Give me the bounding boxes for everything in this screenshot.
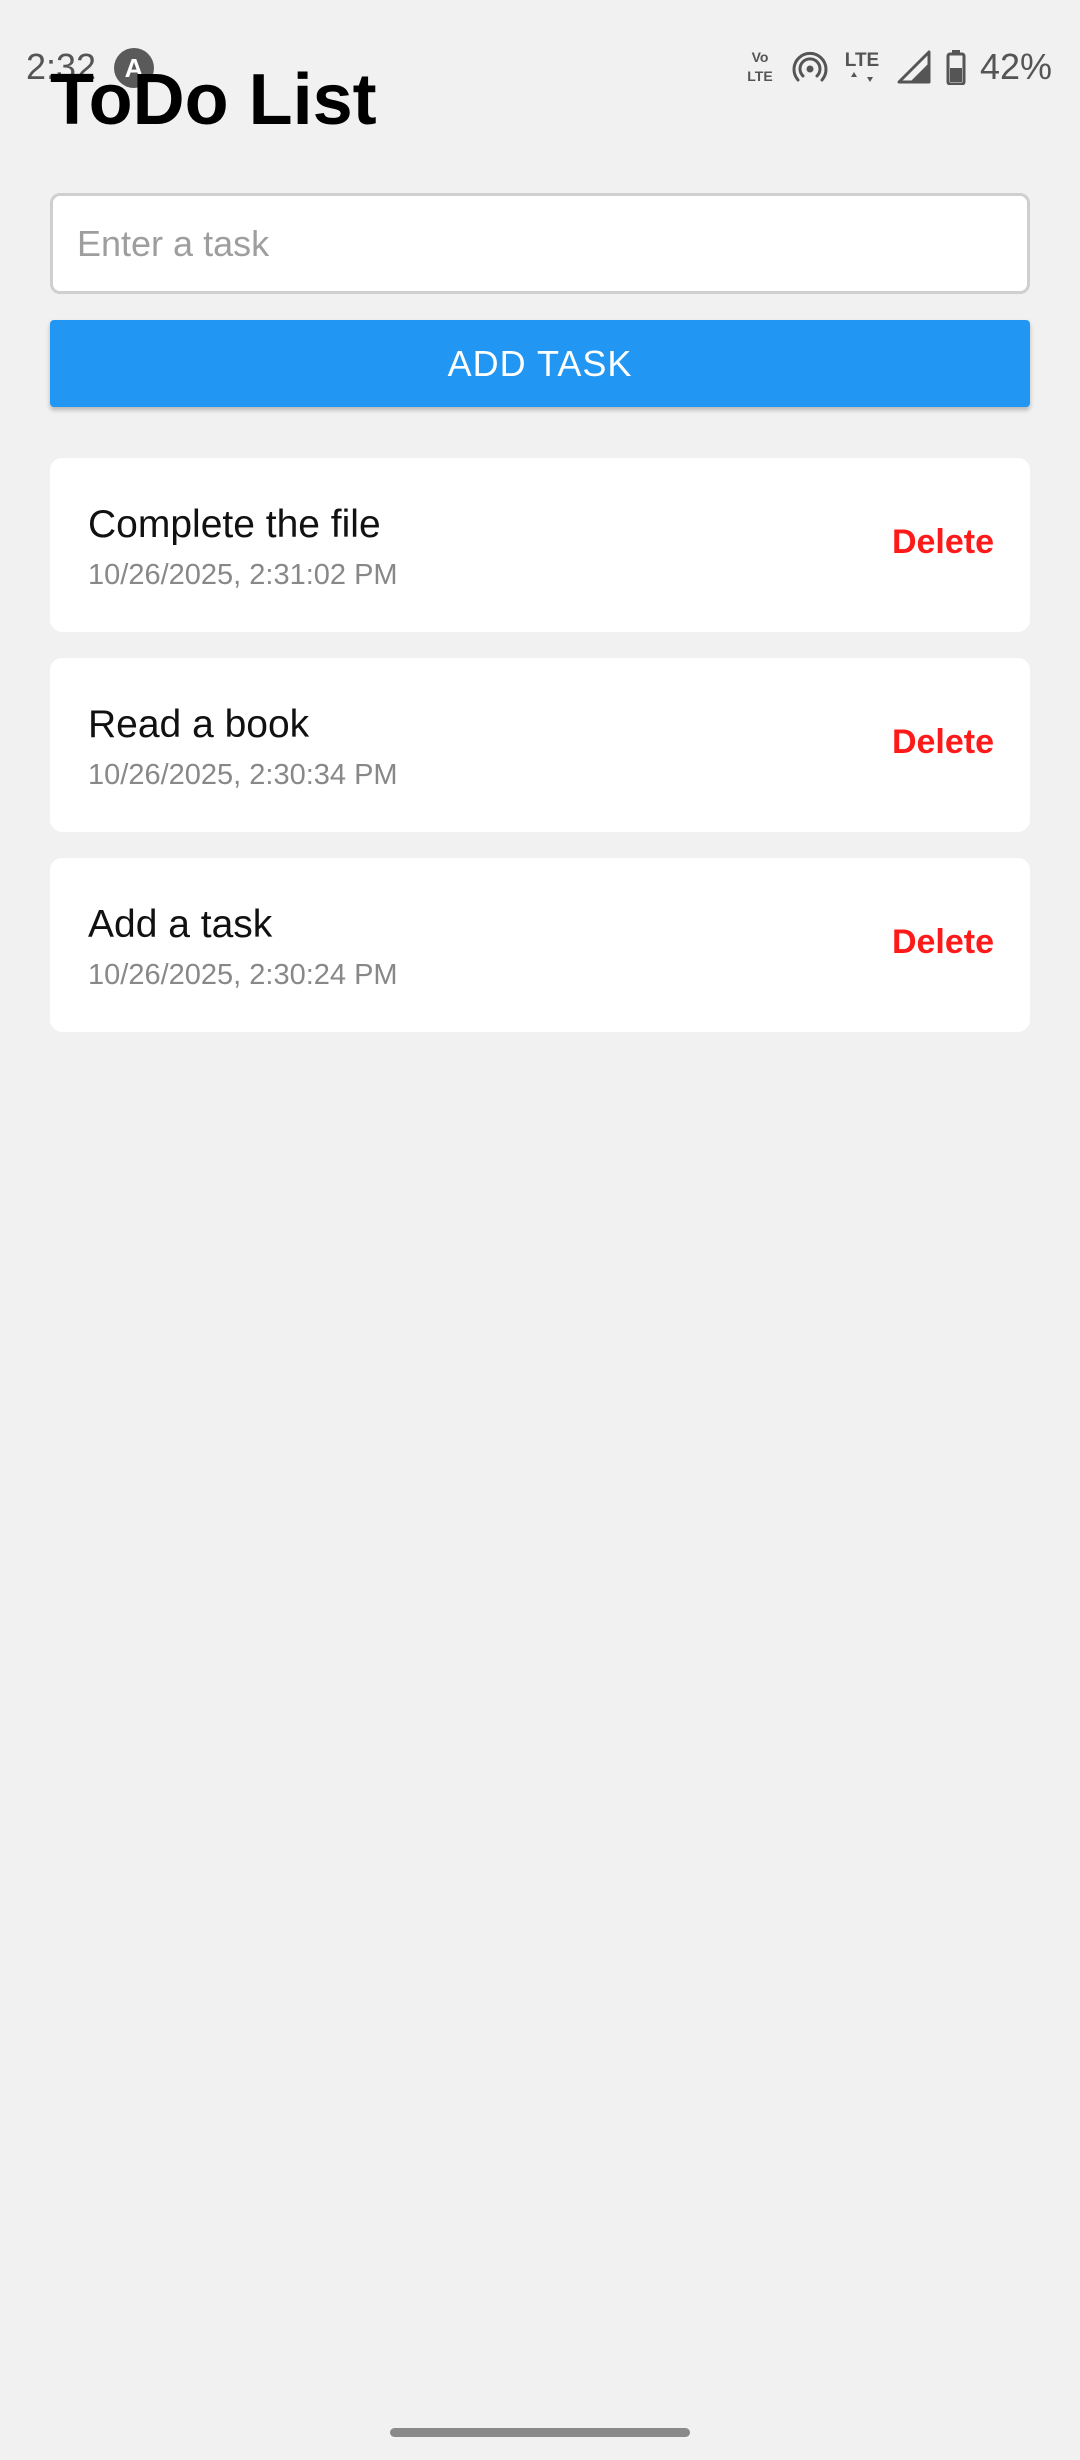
signal-icon — [896, 49, 932, 85]
lte-icon: LTE — [842, 46, 882, 88]
status-icons: Vo LTE LTE 42% — [742, 44, 1052, 90]
delete-button[interactable]: Delete — [892, 522, 994, 562]
task-input[interactable] — [50, 193, 1030, 294]
page-title: ToDo List — [50, 60, 377, 140]
task-list: Complete the file 10/26/2025, 2:31:02 PM… — [50, 458, 1030, 1058]
battery-percentage: 42% — [979, 46, 1052, 87]
task-item: Add a task 10/26/2025, 2:30:24 PM Delete — [50, 858, 1030, 1032]
task-item: Read a book 10/26/2025, 2:30:34 PM Delet… — [50, 658, 1030, 832]
task-text: Add a task — [88, 903, 273, 946]
add-task-button[interactable]: ADD TASK — [50, 320, 1030, 407]
volte-icon: Vo LTE — [742, 47, 778, 87]
task-date: 10/26/2025, 2:30:34 PM — [88, 759, 398, 791]
task-date: 10/26/2025, 2:31:02 PM — [88, 559, 398, 591]
task-text: Read a book — [88, 703, 310, 746]
task-text: Complete the file — [88, 503, 381, 546]
lte-icon-text: LTE — [845, 50, 879, 71]
volte-icon-top-text: Vo — [752, 49, 769, 65]
task-date: 10/26/2025, 2:30:24 PM — [88, 959, 398, 991]
delete-button[interactable]: Delete — [892, 922, 994, 962]
hotspot-icon — [792, 49, 828, 85]
volte-icon-bottom-text: LTE — [747, 68, 772, 84]
home-indicator[interactable] — [390, 2428, 690, 2437]
task-item: Complete the file 10/26/2025, 2:31:02 PM… — [50, 458, 1030, 632]
delete-button[interactable]: Delete — [892, 722, 994, 762]
battery-icon — [946, 49, 966, 85]
